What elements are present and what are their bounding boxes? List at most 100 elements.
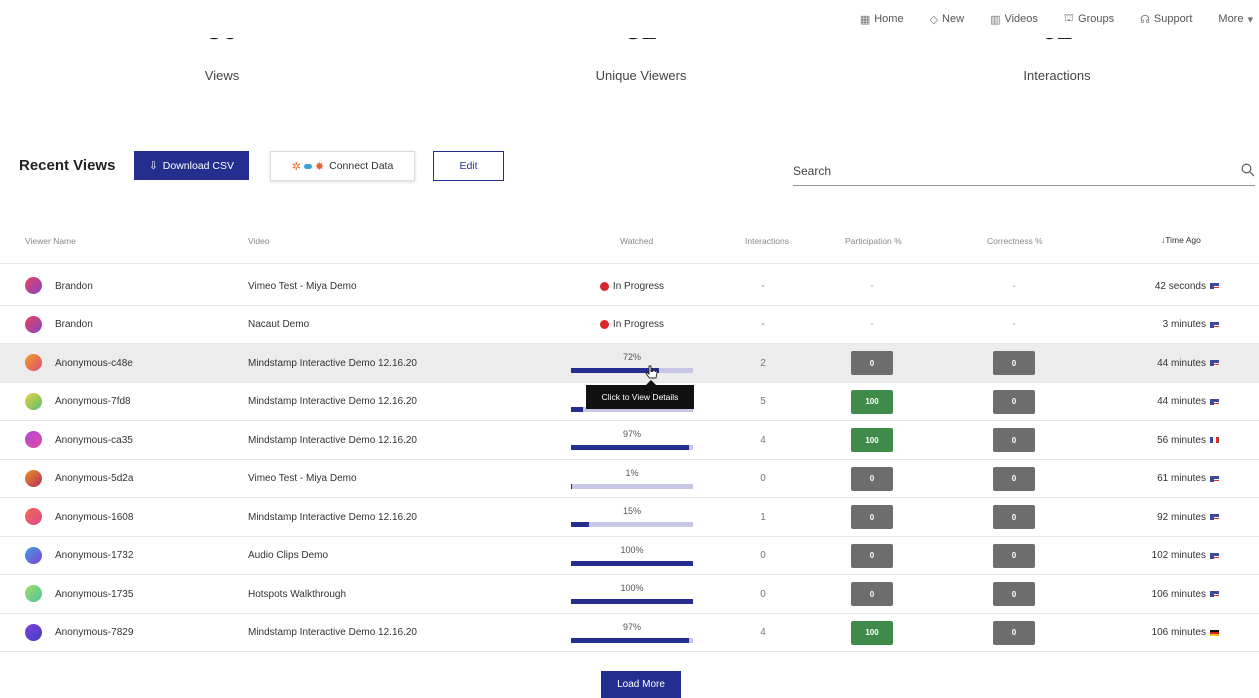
header-correctness[interactable]: Correctness % [987, 236, 1043, 246]
header-watched[interactable]: Watched [620, 236, 653, 246]
time-ago-cell: 56 minutes [1157, 421, 1219, 459]
participation-value: - [870, 319, 874, 330]
plus-diamond-icon: ◇ [929, 13, 939, 26]
download-csv-button[interactable]: ⇩ Download CSV [134, 151, 249, 180]
connect-data-label: Connect Data [329, 160, 394, 172]
edit-button[interactable]: Edit [433, 151, 504, 181]
watched-cell: 1% [571, 460, 693, 498]
video-title[interactable]: Vimeo Test - Miya Demo [248, 460, 357, 498]
header-video[interactable]: Video [248, 236, 270, 246]
nav-support[interactable]: ☊ Support [1140, 12, 1192, 26]
nav-videos[interactable]: ▥ Videos [990, 12, 1038, 26]
video-icon: ▥ [990, 13, 1001, 26]
video-title[interactable]: Nacaut Demo [248, 306, 309, 344]
time-ago-cell: 44 minutes [1157, 383, 1219, 421]
progress-track [571, 560, 693, 566]
header-viewer-name[interactable]: Viewer Name [25, 236, 76, 246]
header-participation[interactable]: Participation % [845, 236, 902, 246]
watched-progress[interactable]: 97% [571, 421, 693, 459]
time-ago: 92 minutes [1157, 511, 1206, 523]
viewer-name[interactable]: Anonymous-1608 [55, 498, 133, 536]
watched-progress[interactable]: 72% [571, 344, 693, 382]
watched-progress[interactable]: 100% [571, 537, 693, 575]
country-flag-icon [1210, 514, 1219, 520]
load-more-button[interactable]: Load More [601, 671, 681, 698]
viewer-name[interactable]: Anonymous-c48e [55, 344, 133, 382]
status-label: In Progress [612, 280, 665, 292]
viewer-name[interactable]: Anonymous-1732 [55, 537, 133, 575]
viewer-name[interactable]: Brandon [55, 267, 93, 305]
avatar [25, 508, 42, 525]
status-in-progress: In Progress [599, 319, 664, 330]
viewer-name[interactable]: Brandon [55, 306, 93, 344]
correctness-cell: 0 [993, 421, 1035, 459]
progress-track [571, 445, 693, 450]
correctness-badge: 0 [993, 582, 1035, 606]
nav-groups[interactable]: ⛫ Groups [1064, 12, 1114, 26]
participation-cell: - [851, 267, 893, 305]
header-interactions[interactable]: Interactions [745, 236, 789, 246]
table-row[interactable]: Brandon Nacaut Demo In Progress - - - 3 minute… [0, 306, 1259, 344]
stat-unique-value: 31 [521, 38, 761, 60]
table-row[interactable]: Anonymous-1735 Hotspots Walkthrough 100% 0 0… [0, 575, 1259, 614]
table-row[interactable]: Anonymous-c48e Mindstamp Interactive Demo… [0, 344, 1259, 383]
correctness-value: - [1012, 319, 1016, 330]
time-ago-cell: 106 minutes [1152, 575, 1219, 613]
viewer-name[interactable]: Anonymous-7829 [55, 614, 133, 652]
video-title[interactable]: Mindstamp Interactive Demo 12.16.20 [248, 383, 417, 421]
watched-progress[interactable]: 100% [571, 575, 693, 613]
watched-percent: 15% [622, 506, 641, 516]
progress-track [571, 599, 693, 604]
viewer-name[interactable]: Anonymous-5d2a [55, 460, 133, 498]
table-row[interactable]: Brandon Vimeo Test - Miya Demo In Progress… [0, 267, 1259, 306]
video-title[interactable]: Mindstamp Interactive Demo 12.16.20 [248, 421, 417, 459]
video-title[interactable]: Mindstamp Interactive Demo 12.16.20 [248, 344, 417, 382]
country-flag-icon [1210, 283, 1219, 289]
nav-more[interactable]: More ▾ [1218, 12, 1253, 26]
video-title[interactable]: Audio Clips Demo [248, 537, 328, 575]
interactions-count: 0 [760, 588, 766, 600]
watched-progress[interactable]: 15% [571, 498, 693, 536]
country-flag-icon [1210, 321, 1219, 328]
search-icon[interactable] [1241, 163, 1255, 177]
stat-interactions: 62 Interactions [937, 38, 1177, 83]
table-row[interactable]: Anonymous-1608 Mindstamp Interactive Demo… [0, 498, 1259, 537]
avatar [25, 392, 42, 410]
table-row[interactable]: Anonymous-ca35 Mindstamp Interactive Demo… [0, 421, 1259, 460]
watched-progress[interactable]: 97% [571, 614, 693, 652]
participation-badge: 0 [851, 466, 893, 491]
progress-fill [571, 560, 693, 566]
watched-progress[interactable]: 1% [571, 460, 693, 498]
viewer-name[interactable]: Anonymous-1735 [55, 575, 133, 613]
connect-data-button[interactable]: ✲ ✸ Connect Data [270, 151, 415, 181]
watched-cell: 100% [571, 537, 693, 575]
participation-badge: 0 [851, 582, 893, 606]
country-flag-icon [1210, 552, 1219, 559]
progress-fill [571, 483, 572, 489]
interactions-count: 4 [760, 627, 766, 638]
video-title[interactable]: Hotspots Walkthrough [248, 575, 346, 613]
stat-interactions-value: 62 [937, 38, 1177, 60]
correctness-cell: 0 [993, 537, 1035, 575]
interactions-count: 0 [760, 473, 766, 484]
stat-views: 56 Views [102, 38, 342, 83]
nav-home[interactable]: ▦ Home [860, 12, 904, 26]
watched-cell: 72% [571, 344, 693, 382]
table-row[interactable]: Anonymous-7829 Mindstamp Interactive Demo… [0, 614, 1259, 652]
viewer-name[interactable]: Anonymous-ca35 [55, 421, 133, 459]
table-row[interactable]: Anonymous-5d2a Vimeo Test - Miya Demo 1% 0 0… [0, 460, 1259, 498]
table-row[interactable]: Anonymous-1732 Audio Clips Demo 100% 0 0 0 102… [0, 537, 1259, 575]
correctness-cell: 0 [993, 575, 1035, 613]
video-title[interactable]: Mindstamp Interactive Demo 12.16.20 [248, 498, 417, 536]
interactions-count: - [761, 280, 765, 292]
time-ago: 102 minutes [1151, 550, 1206, 561]
video-title[interactable]: Mindstamp Interactive Demo 12.16.20 [248, 614, 417, 652]
viewer-name[interactable]: Anonymous-7fd8 [55, 383, 131, 421]
time-ago: 56 minutes [1157, 434, 1206, 446]
video-title[interactable]: Vimeo Test - Miya Demo [248, 267, 357, 305]
stat-views-value: 56 [102, 38, 342, 60]
nav-new[interactable]: ◇ New [930, 12, 964, 26]
participation-cell: 0 [851, 498, 893, 536]
search-input[interactable] [793, 162, 1223, 178]
header-time-ago[interactable]: ↓Time Ago [1161, 235, 1201, 245]
